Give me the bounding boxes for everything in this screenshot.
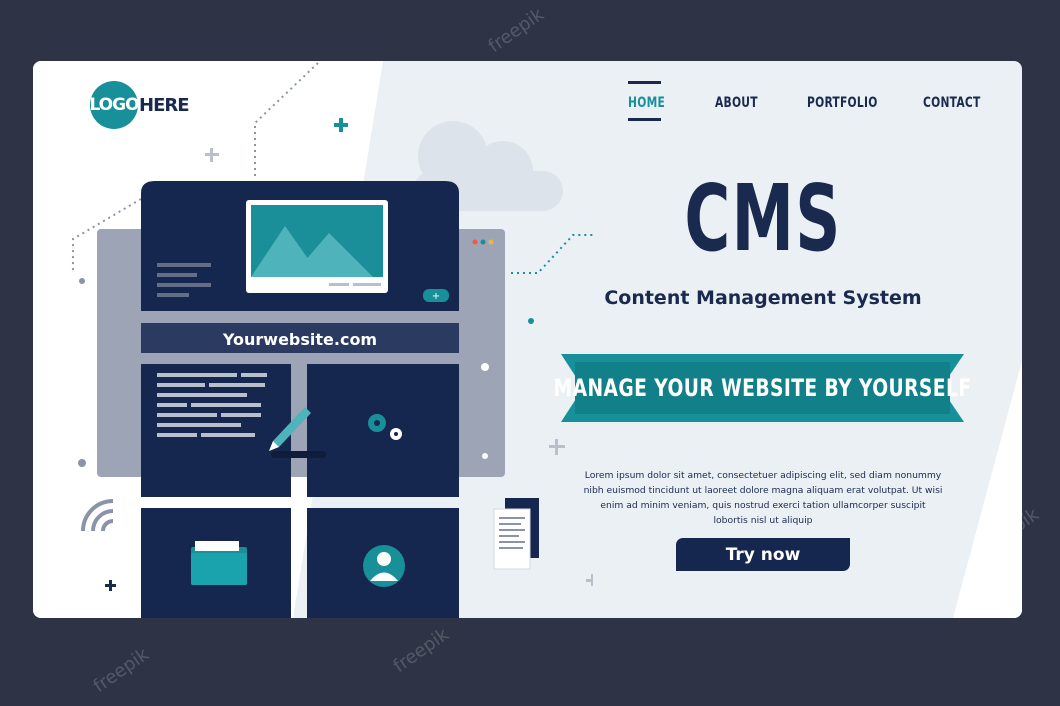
signal-icon	[81, 499, 114, 532]
banner-text: MANAGE YOUR WEBSITE BY YOURSELF	[553, 374, 972, 402]
active-indicator-top	[628, 81, 661, 84]
active-indicator-bottom	[628, 118, 661, 121]
watermark-text: freepik	[484, 4, 548, 57]
nav-about[interactable]: ABOUT	[715, 95, 758, 111]
try-now-button[interactable]: Try now	[676, 538, 850, 571]
nav-contact[interactable]: CONTACT	[923, 95, 981, 111]
body-text: Lorem ipsum dolor sit amet, consectetuer…	[583, 470, 943, 526]
nav-home[interactable]: HOME	[628, 95, 665, 111]
small-add-button: +	[432, 291, 440, 302]
user-icon	[363, 545, 405, 587]
page-subtitle: Content Management System	[604, 287, 922, 309]
document-icon	[493, 498, 539, 570]
url-bar-text: Yourwebsite.com	[222, 329, 378, 349]
watermark-text: freepik	[89, 644, 153, 697]
landing-card: LOGO HERE HOME ABOUT PORTFOLIO CONTACT +…	[33, 61, 1022, 618]
watermark-text: freepik	[389, 624, 453, 677]
page-title: CMS	[684, 165, 842, 272]
folder-icon	[191, 541, 247, 585]
nav-portfolio[interactable]: PORTFOLIO	[807, 95, 878, 111]
